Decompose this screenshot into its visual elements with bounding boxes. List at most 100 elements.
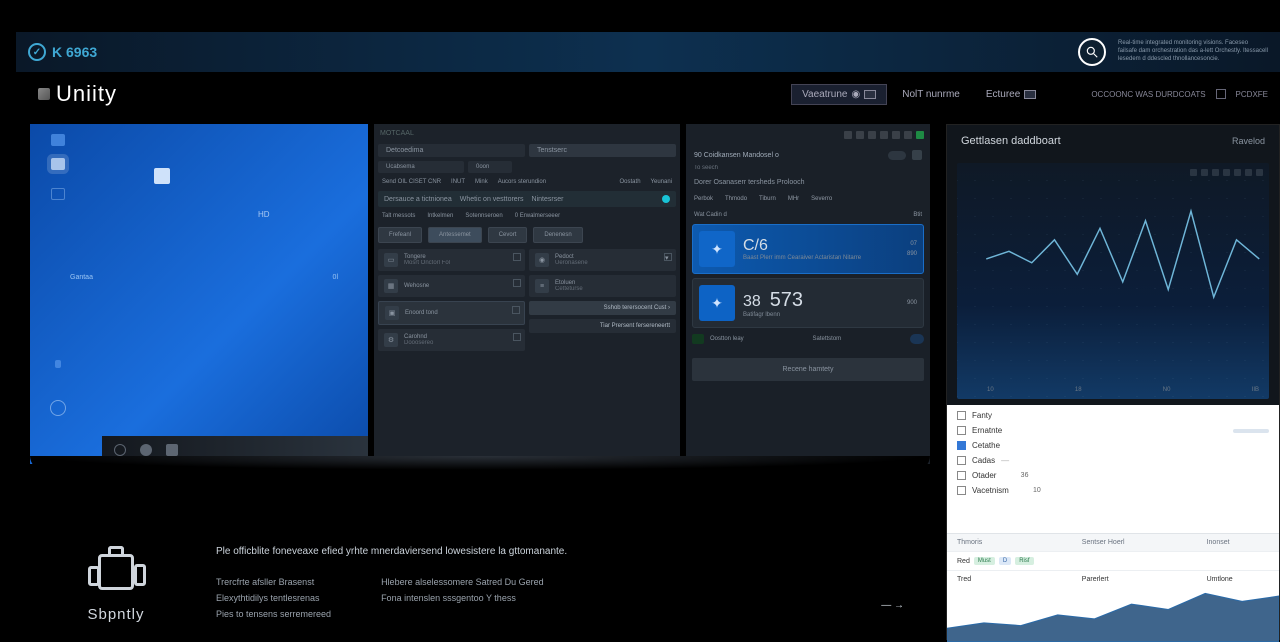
footer-col-1: Trercfrte afsller Brasenst Elexythtidily… [216, 577, 331, 619]
ti-ok[interactable] [916, 131, 924, 139]
magnify-icon [1085, 45, 1099, 59]
button-row: Frefeanl Antessemet Cevort Denenesn [374, 223, 680, 247]
tab[interactable]: Aucors sterundion [498, 179, 546, 185]
stat-card-primary[interactable]: ✦ C/6Baast Plerr imm Cearaiver Actarista… [692, 224, 924, 274]
task-phone-icon[interactable] [114, 444, 126, 456]
breadcrumb-2[interactable]: Tenstserc [529, 144, 676, 157]
nav-item-3[interactable]: Ecturee [975, 84, 1047, 105]
tab[interactable]: Oostath [620, 179, 641, 185]
rp-title: Gettlasen daddboart [961, 135, 1061, 147]
breadcrumb-1[interactable]: Detcoedima [378, 144, 525, 157]
list-item[interactable]: Cetathe [957, 441, 1269, 450]
tab[interactable]: Severro [811, 196, 832, 202]
toggle[interactable] [888, 151, 906, 160]
footer-link[interactable]: Trercfrte afsller Brasenst [216, 577, 331, 587]
expand-icon[interactable] [513, 253, 521, 261]
list-item[interactable]: Vacetnism 10 [957, 486, 1269, 495]
tab[interactable]: Send OIL CISET CNR [382, 179, 441, 185]
card[interactable]: ◉PedoctUeronasene▾ [529, 249, 676, 271]
nav-item-1[interactable]: Vaeatrune◉ [791, 84, 887, 105]
list-label: Ernatnte [972, 426, 1002, 435]
x-axis: 1018N0IIB [987, 387, 1259, 393]
wide-button[interactable]: Recene hamtety [692, 358, 924, 381]
checkbox[interactable] [957, 486, 966, 495]
product-logo: ✓ K 6963 [28, 43, 97, 61]
btn-2[interactable]: Antessemet [428, 227, 482, 243]
rail-folder-icon[interactable] [51, 134, 65, 146]
checkbox[interactable] [1216, 89, 1226, 99]
card[interactable]: ▣Enoord tond [378, 301, 525, 325]
ti[interactable] [892, 131, 900, 139]
side-v: 900 [907, 300, 917, 306]
stat-sub: Baast Plerr imm Cearaiver Actaristan Nit… [743, 255, 861, 261]
footer-logo: Sbpntly [56, 546, 176, 623]
table-row[interactable]: TredParerlertUmtlone [947, 570, 1279, 588]
mid-left: Gantaa [70, 274, 93, 281]
list-item[interactable]: Cadas — [957, 456, 1269, 465]
ti[interactable] [904, 131, 912, 139]
rp-table: ThmorisSentser HoerlInonset RedMustDRisf… [947, 533, 1279, 588]
ti[interactable] [868, 131, 876, 139]
link-row[interactable]: Tiar Prersent fersereneertt [529, 319, 676, 333]
stat-value: C/6 [743, 237, 861, 255]
rail-globe-icon[interactable] [50, 400, 66, 416]
checkbox[interactable] [957, 456, 966, 465]
expand-icon[interactable] [513, 279, 521, 287]
tab[interactable]: MHr [788, 196, 799, 202]
footer-headline: Ple officblite foneveaxe efied yrhte mne… [216, 546, 920, 557]
card[interactable]: ▦Wehosne [378, 275, 525, 297]
pill-icon [692, 334, 704, 344]
search-button[interactable] [1078, 38, 1106, 66]
rail-window-icon[interactable] [51, 188, 65, 200]
tab[interactable]: Tiburn [759, 196, 776, 202]
task-drop-icon[interactable] [140, 444, 152, 456]
list-item[interactable]: Ernatnte [957, 426, 1269, 435]
nav-right-check: PCDXFE [1236, 90, 1268, 99]
brand: Uniity [38, 81, 117, 107]
card[interactable]: ▭TongereMosrt Onctorl Fol [378, 249, 525, 271]
date-label: Wat Cadin d [694, 212, 727, 218]
sub-chip-1[interactable]: Ucabsema [378, 161, 464, 173]
footer-link[interactable]: Pies to tensens serremereed [216, 609, 331, 619]
rail-app-icon[interactable] [51, 158, 65, 170]
ti[interactable] [856, 131, 864, 139]
rp-action[interactable]: Ravelod [1232, 136, 1265, 146]
arrow-icon[interactable]: — → [881, 600, 904, 611]
desktop-tile-icon[interactable] [154, 168, 170, 184]
footer-link[interactable]: Hlebere alselessomere Satred Du Gered [381, 577, 544, 587]
expand-icon[interactable] [513, 333, 521, 341]
card[interactable]: ⚙CarohndDooosereo [378, 329, 525, 351]
list-item[interactable]: Fanty [957, 411, 1269, 420]
footer-link[interactable]: Fona intenslen sssgentoo Y thess [381, 593, 544, 603]
checkbox[interactable] [957, 441, 966, 450]
tab[interactable]: Yeunani [651, 179, 672, 185]
task-home-icon[interactable] [166, 444, 178, 456]
card[interactable]: ≡EtoluenCetteturse [529, 275, 676, 297]
tab[interactable]: Perbok [694, 196, 713, 202]
rail-bar-icon[interactable] [55, 360, 61, 368]
checkbox[interactable] [957, 411, 966, 420]
link-row[interactable]: Sshob terersocent Cust › [529, 301, 676, 315]
checkbox[interactable] [957, 471, 966, 480]
highlight-row[interactable]: Dersauce a tictnioneaWhetic on vesttorer… [378, 191, 676, 207]
sub-chip-2[interactable]: 0oon [468, 161, 512, 173]
person-icon: ◉ [535, 253, 549, 267]
btn-4[interactable]: Denenesn [533, 227, 582, 243]
tab[interactable]: Mink [475, 179, 488, 185]
btn-1[interactable]: Frefeanl [378, 227, 422, 243]
footer-link[interactable]: Elexythtidilys tentlesrenas [216, 593, 331, 603]
stat-card-secondary[interactable]: ✦ 38 573Batifagr lbenn 900 [692, 278, 924, 328]
col-h: Talt messots [382, 213, 415, 219]
box-icon[interactable] [912, 150, 922, 160]
ti[interactable] [880, 131, 888, 139]
expand-icon[interactable] [512, 306, 520, 314]
table-row[interactable]: RedMustDRisf [947, 551, 1279, 570]
list-item[interactable]: Otader 36 [957, 471, 1269, 480]
chevron-down-icon[interactable]: ▾ [664, 253, 672, 261]
checkbox[interactable] [957, 426, 966, 435]
ti[interactable] [844, 131, 852, 139]
tab[interactable]: INUT [451, 179, 465, 185]
btn-3[interactable]: Cevort [488, 227, 528, 243]
tab[interactable]: Thmodo [725, 196, 747, 202]
nav-item-2[interactable]: NolT nunrme [891, 84, 971, 105]
